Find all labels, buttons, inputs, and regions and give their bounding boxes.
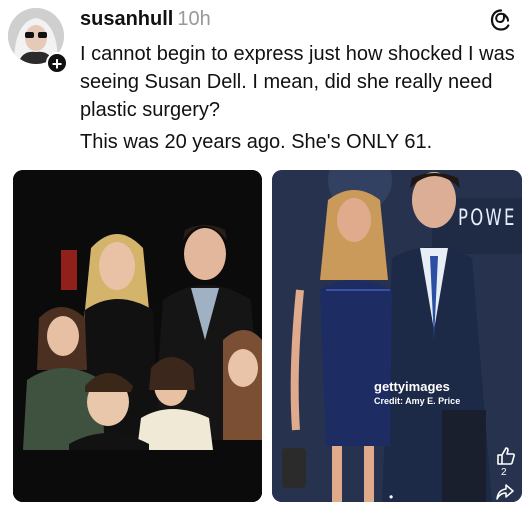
thumbs-up-icon[interactable] (496, 446, 516, 466)
threads-logo-icon[interactable] (489, 8, 513, 32)
post-paragraph: This was 20 years ago. She's ONLY 61. (80, 131, 433, 153)
watermark-brand: gettyimages (374, 379, 450, 394)
post-paragraph: I cannot begin to express just how shock… (80, 43, 515, 121)
watermark-credit: Credit: Amy E. Price (374, 396, 461, 406)
post-text: I cannot begin to express just how shock… (80, 40, 516, 156)
post-header: susanhull 10h (80, 8, 513, 38)
username[interactable]: susanhull (80, 8, 173, 30)
backdrop-text: POWE (458, 206, 517, 231)
image-family-photo[interactable] (13, 170, 262, 502)
follow-plus-icon[interactable]: + (46, 52, 68, 74)
timestamp: 10h (177, 8, 211, 30)
getty-watermark: gettyimages Credit: Amy E. Price (374, 379, 460, 406)
like-count: 2 (501, 467, 507, 478)
avatar-container[interactable]: + (8, 8, 68, 74)
share-arrow-icon[interactable] (496, 484, 514, 500)
image-pager-dot: • (389, 490, 394, 502)
image-couple-photo[interactable]: POWE gettyimages Credit: Amy E. Price 2 … (272, 170, 522, 502)
